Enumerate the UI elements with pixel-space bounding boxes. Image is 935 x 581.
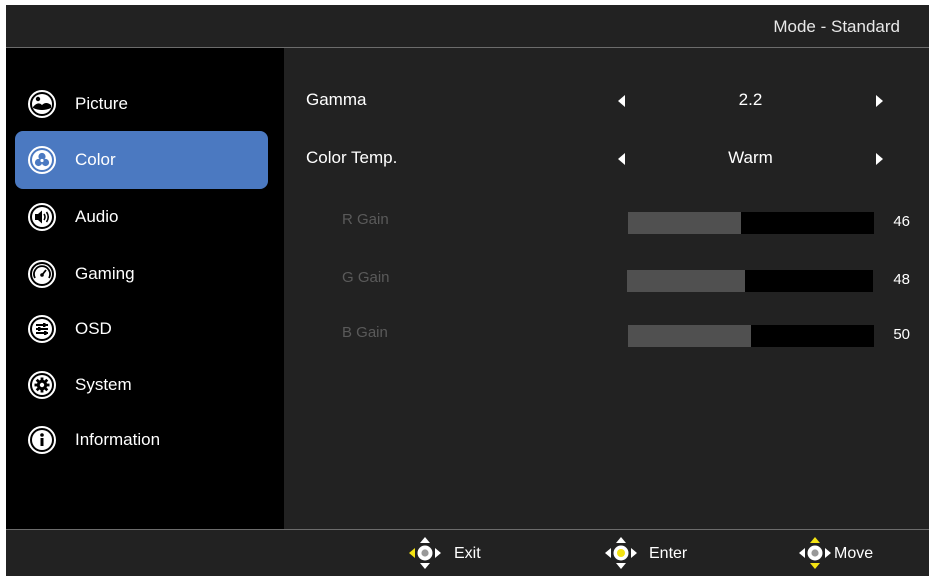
- move-control[interactable]: Move: [796, 530, 896, 576]
- sidebar-item-label: Information: [75, 430, 161, 449]
- gamma-value: 2.2: [738, 90, 763, 109]
- color-temp-row[interactable]: Color Temp. Warm: [284, 138, 929, 178]
- mode-label: Mode - Standard: [773, 17, 900, 36]
- footer-controls: Exit Enter Move: [6, 530, 929, 576]
- gauge-icon: [27, 259, 57, 289]
- sidebar-item-audio[interactable]: Audio: [15, 188, 268, 246]
- g-gain-label: G Gain: [342, 269, 390, 286]
- color-settings-panel: Gamma 2.2 Color Temp. Warm R Gain 46 G G…: [284, 48, 929, 529]
- sidebar-item-label: Color: [75, 150, 116, 169]
- gamma-label: Gamma: [306, 90, 367, 109]
- enter-joystick-icon: [605, 537, 637, 569]
- sidebar-item-label: Audio: [75, 207, 119, 226]
- g-gain-slider-fill: [627, 270, 745, 292]
- color-icon: [27, 145, 57, 175]
- sidebar: Picture Color Audio Gaming OSD System In…: [6, 48, 284, 529]
- color-temp-value: Warm: [728, 148, 773, 167]
- sliders-icon: [27, 314, 57, 344]
- speaker-icon: [27, 202, 57, 232]
- enter-control[interactable]: Enter: [602, 530, 702, 576]
- exit-control[interactable]: Exit: [406, 530, 496, 576]
- color-temp-label: Color Temp.: [306, 148, 398, 167]
- arrow-left-icon[interactable]: [618, 95, 625, 107]
- gear-icon: [27, 370, 57, 400]
- sidebar-item-information[interactable]: Information: [15, 411, 268, 469]
- sidebar-item-label: Gaming: [75, 264, 135, 283]
- move-label: Move: [834, 545, 874, 562]
- g-gain-slider[interactable]: [627, 270, 873, 292]
- arrow-right-icon[interactable]: [876, 153, 883, 165]
- r-gain-row[interactable]: R Gain 46: [284, 200, 929, 240]
- sidebar-item-osd[interactable]: OSD: [15, 300, 268, 358]
- b-gain-slider-fill: [628, 325, 751, 347]
- arrow-right-icon[interactable]: [876, 95, 883, 107]
- enter-label: Enter: [649, 545, 688, 562]
- sidebar-item-label: System: [75, 375, 132, 394]
- picture-icon: [27, 89, 57, 119]
- sidebar-item-color[interactable]: Color: [15, 131, 268, 189]
- b-gain-row[interactable]: B Gain 50: [284, 313, 929, 353]
- sidebar-item-system[interactable]: System: [15, 356, 268, 414]
- r-gain-slider-fill: [628, 212, 741, 234]
- sidebar-item-gaming[interactable]: Gaming: [15, 245, 268, 303]
- header: Mode - Standard: [6, 5, 929, 47]
- info-icon: [27, 425, 57, 455]
- sidebar-item-label: OSD: [75, 319, 112, 338]
- exit-label: Exit: [454, 545, 481, 562]
- g-gain-row[interactable]: G Gain 48: [284, 258, 929, 298]
- arrow-left-icon[interactable]: [618, 153, 625, 165]
- b-gain-slider[interactable]: [628, 325, 874, 347]
- sidebar-item-picture[interactable]: Picture: [15, 75, 268, 133]
- r-gain-label: R Gain: [342, 211, 389, 228]
- r-gain-slider[interactable]: [628, 212, 874, 234]
- r-gain-value: 46: [893, 213, 910, 230]
- move-joystick-icon: [799, 537, 831, 569]
- exit-joystick-icon: [409, 537, 441, 569]
- g-gain-value: 48: [893, 271, 910, 288]
- osd-menu: Mode - Standard Picture Color Audio Gami…: [6, 5, 929, 576]
- sidebar-item-label: Picture: [75, 94, 128, 113]
- gamma-row[interactable]: Gamma 2.2: [284, 80, 929, 120]
- b-gain-label: B Gain: [342, 324, 388, 341]
- b-gain-value: 50: [893, 326, 910, 343]
